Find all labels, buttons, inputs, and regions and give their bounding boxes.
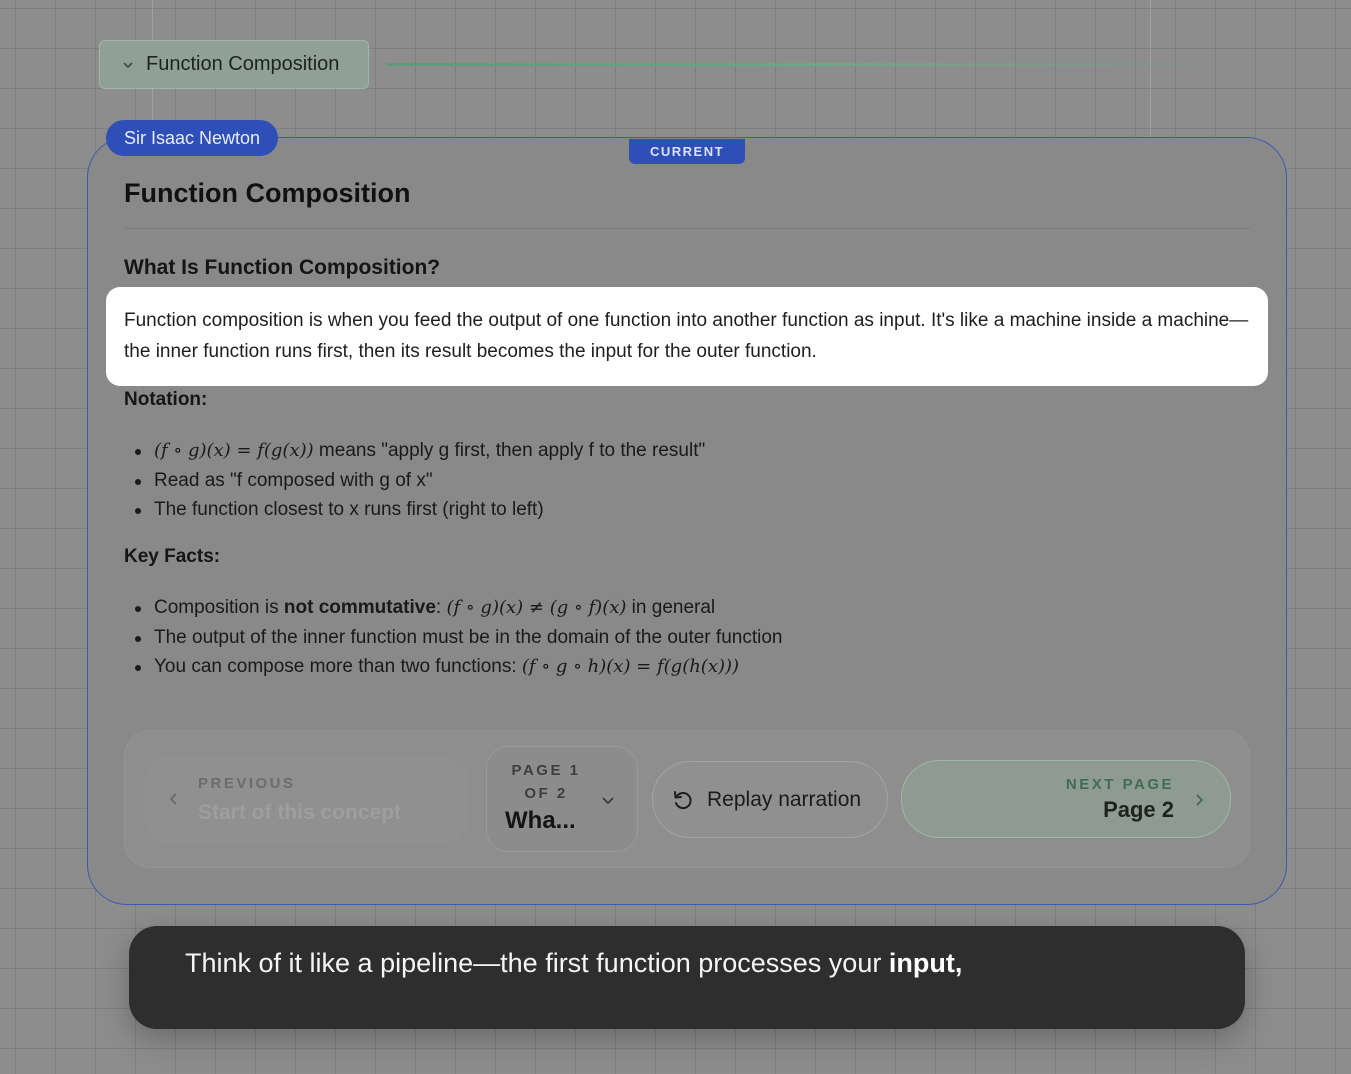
concept-selector[interactable]: Function Composition — [99, 40, 369, 89]
card-title: Function Composition — [124, 178, 411, 208]
bold-text: not commutative — [283, 597, 436, 618]
next-kicker: NEXT PAGE — [1065, 776, 1174, 793]
chevron-down-icon — [123, 61, 133, 68]
current-tag: CURRENT — [629, 139, 745, 164]
speaker-badge: Sir Isaac Newton — [106, 120, 279, 156]
list-item: Read as "f composed with g of x" — [124, 466, 705, 496]
previous-label: Start of this concept — [198, 801, 402, 824]
math-expression: (f ∘ g)(x) = f(g(x)) — [154, 440, 314, 461]
subtitle-emphasis: input, — [888, 948, 963, 978]
math-expression: (f ∘ g)(x) ≠ (g ∘ f)(x) — [446, 597, 627, 618]
list-item: Composition is not commutative: (f ∘ g)(… — [124, 593, 782, 623]
page-selector[interactable]: PAGE 1 OF 2 Wha... — [486, 746, 638, 852]
chevron-down-icon — [602, 797, 614, 805]
chevron-right-icon — [1196, 794, 1204, 806]
math-expression: (f ∘ g ∘ h)(x) = f(g(h(x))) — [521, 656, 740, 677]
highlighted-paragraph: Function composition is when you feed th… — [106, 287, 1268, 386]
progress-line — [386, 63, 1192, 66]
list-item-text: Composition is — [154, 597, 284, 618]
notation-label: Notation: — [124, 389, 208, 410]
previous-kicker: PREVIOUS — [198, 775, 296, 792]
replay-label: Replay narration — [707, 787, 862, 811]
list-item-text: You can compose more than two functions: — [154, 656, 522, 677]
replay-icon — [674, 790, 692, 809]
replay-narration-button[interactable]: Replay narration — [652, 761, 888, 838]
chevron-left-icon — [169, 793, 177, 805]
notation-list: (f ∘ g)(x) = f(g(x)) means "apply g firs… — [124, 436, 705, 525]
key-facts-label: Key Facts: — [124, 546, 221, 567]
page-title: Wha... — [505, 807, 576, 834]
next-page-button[interactable]: NEXT PAGE Page 2 — [901, 760, 1231, 838]
section-heading: What Is Function Composition? — [124, 256, 441, 279]
page-indicator: PAGE 1 OF 2 — [511, 762, 581, 802]
list-item: (f ∘ g)(x) = f(g(x)) means "apply g firs… — [124, 436, 705, 466]
list-item: You can compose more than two functions:… — [124, 652, 782, 682]
subtitle-text: Think of it like a pipeline—the first fu… — [185, 948, 889, 978]
divider — [124, 228, 1250, 229]
list-item-text: in general — [626, 597, 716, 618]
list-item: The function closest to x runs first (ri… — [124, 495, 705, 525]
list-item-text: : — [435, 597, 447, 618]
next-label: Page 2 — [1103, 797, 1174, 822]
previous-button[interactable]: PREVIOUS Start of this concept — [145, 757, 468, 843]
list-item-text: means "apply g first, then apply f to th… — [313, 440, 706, 461]
narration-subtitle: Think of it like a pipeline—the first fu… — [129, 926, 1245, 1029]
concept-label: Function Composition — [146, 53, 340, 75]
key-facts-list: Composition is not commutative: (f ∘ g)(… — [124, 593, 782, 682]
list-item: The output of the inner function must be… — [124, 623, 782, 653]
